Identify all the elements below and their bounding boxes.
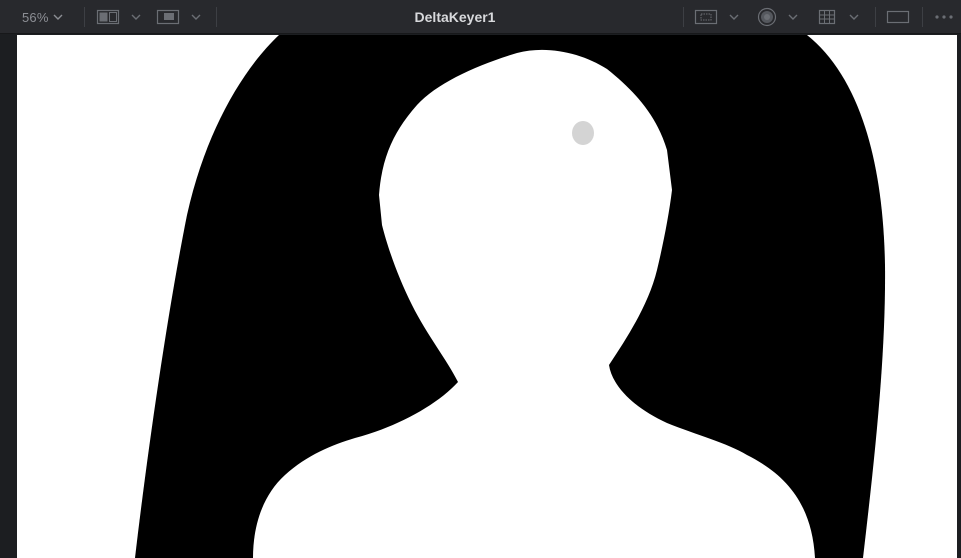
more-options-button[interactable] [933, 0, 957, 34]
chevron-down-icon [788, 14, 798, 20]
checker-button[interactable] [757, 0, 799, 34]
viewer-toolbar: 56% DeltaKeyer1 [0, 0, 961, 34]
matte-spill-spot [572, 121, 594, 145]
grid-button[interactable] [818, 0, 860, 34]
split-view-icon [96, 9, 120, 25]
toolbar-divider [216, 7, 217, 27]
split-view-button[interactable] [96, 0, 142, 34]
chevron-down-icon [131, 14, 141, 20]
frame-button[interactable] [886, 0, 910, 34]
single-view-button[interactable] [156, 0, 202, 34]
toolbar-divider [683, 7, 684, 27]
more-icon [935, 15, 953, 19]
viewer-panel: 56% DeltaKeyer1 [0, 0, 961, 558]
single-view-icon [156, 9, 180, 25]
toolbar-divider [922, 7, 923, 27]
chevron-down-icon [191, 14, 201, 20]
roi-button[interactable] [694, 0, 740, 34]
roi-icon [694, 9, 718, 25]
chevron-down-icon [729, 14, 739, 20]
grid-icon [818, 9, 836, 25]
chevron-down-icon [53, 14, 63, 20]
viewer-right-margin [957, 34, 961, 558]
toolbar-divider [84, 7, 85, 27]
frame-icon [886, 10, 910, 24]
zoom-dropdown[interactable]: 56% [22, 0, 64, 34]
zoom-label: 56% [22, 9, 49, 25]
image-canvas[interactable] [17, 35, 957, 558]
viewer-left-margin [0, 34, 17, 558]
matte-image [17, 35, 957, 558]
toolbar-divider [875, 7, 876, 27]
viewer-title: DeltaKeyer1 [414, 9, 496, 25]
checker-icon [757, 7, 777, 27]
chevron-down-icon [849, 14, 859, 20]
